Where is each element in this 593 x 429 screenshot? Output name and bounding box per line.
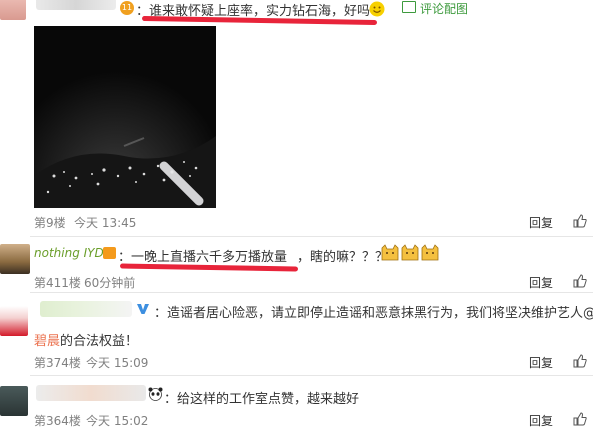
floor-number: 第374楼	[34, 356, 81, 370]
comment-item: 11 ：谁来敢怀疑上座率，实力钻石海，好吗 评论配图 第9楼 今天 13:45 …	[0, 0, 593, 232]
divider	[30, 292, 593, 293]
username-blurred[interactable]	[36, 0, 116, 10]
comment-item: ：给这样的工作室点赞，越来越好 第364楼 今天 15:02 回复	[0, 380, 593, 429]
username-blurred[interactable]	[40, 301, 132, 317]
like-icon[interactable]	[573, 354, 587, 368]
image-icon[interactable]	[402, 1, 416, 13]
reply-button[interactable]: 回复	[529, 354, 553, 371]
verified-v-icon	[137, 304, 149, 314]
comment-time: 今天 15:09	[86, 356, 149, 370]
like-icon[interactable]	[573, 412, 587, 426]
comment-time: 今天 15:02	[86, 414, 149, 428]
like-icon[interactable]	[573, 274, 587, 288]
avatar[interactable]	[0, 306, 28, 336]
vip-crown-icon	[103, 247, 116, 259]
username[interactable]: nothing IYD	[34, 246, 104, 260]
floor-number: 第9楼	[34, 216, 66, 230]
panda-emoji-icon	[148, 387, 163, 401]
reply-button[interactable]: 回复	[529, 214, 553, 231]
level-badge-icon: 11	[120, 1, 134, 15]
avatar[interactable]	[0, 244, 30, 274]
mention-link[interactable]: 碧晨	[34, 330, 60, 349]
comment-item: nothing IYD ：一晚上直播六千多万播放量 ，瞎的嘛？？？ 第411楼 …	[0, 240, 593, 292]
comment-attached-image[interactable]	[34, 26, 216, 208]
avatar[interactable]	[0, 386, 28, 416]
floor-number: 第364楼	[34, 414, 81, 428]
comment-text-line1: ：造谣者居心险恶，请立即停止造谣和恶意抹黑行为，我们将坚决维护艺人@张	[154, 306, 593, 321]
comment-text-line2: 的合法权益！	[60, 334, 139, 349]
comment-text: ：给这样的工作室点赞，越来越好	[164, 392, 360, 407]
divider	[30, 236, 593, 237]
like-icon[interactable]	[573, 214, 587, 228]
divider	[30, 375, 593, 376]
reply-button[interactable]: 回复	[529, 274, 553, 291]
concert-photo	[34, 26, 216, 208]
doge-emoji-icon	[381, 244, 439, 261]
view-image-link[interactable]: 评论配图	[420, 0, 468, 17]
comment-text: ：一晚上直播六千多万播放量	[118, 250, 288, 265]
smile-emoji-icon	[369, 1, 385, 17]
comment-time: 今天 13:45	[74, 216, 137, 230]
reply-button[interactable]: 回复	[529, 412, 553, 429]
comment-text-tail: ，瞎的嘛？？？	[297, 250, 389, 265]
comment-item: ：造谣者居心险恶，请立即停止造谣和恶意抹黑行为，我们将坚决维护艺人@张 碧晨 的…	[0, 296, 593, 372]
username-blurred[interactable]	[36, 385, 146, 401]
comment-time: 60分钟前	[84, 276, 136, 290]
avatar[interactable]	[0, 0, 26, 20]
floor-number: 第411楼	[34, 276, 81, 290]
